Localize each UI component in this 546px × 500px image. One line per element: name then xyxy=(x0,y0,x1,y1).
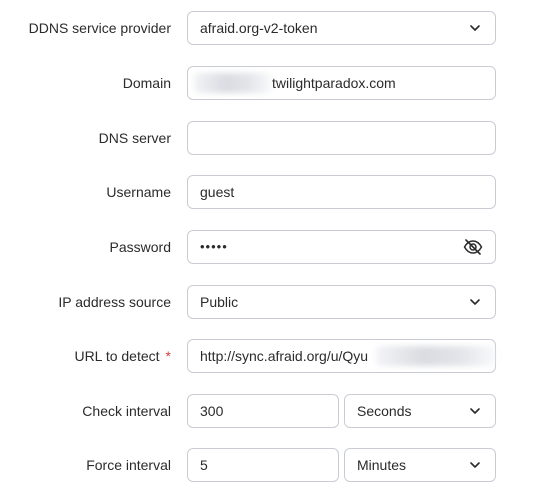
check-interval-row: Check interval 300 Seconds xyxy=(0,394,546,428)
redacted-token xyxy=(376,346,496,366)
chevron-down-icon xyxy=(470,299,480,305)
password-label: Password xyxy=(109,239,171,255)
url-detect-label: URL to detect * xyxy=(74,339,171,373)
check-interval-label: Check interval xyxy=(82,403,171,419)
force-interval-unit-value: Minutes xyxy=(357,457,407,473)
force-interval-input[interactable]: 5 xyxy=(187,448,339,482)
username-input[interactable]: guest xyxy=(187,175,496,209)
domain-input-value: twilightparadox.com xyxy=(272,75,396,91)
username-label: Username xyxy=(106,184,171,200)
dns-server-label: DNS server xyxy=(98,130,171,146)
password-input-value: ••••• xyxy=(200,239,228,254)
provider-select-value: afraid.org-v2-token xyxy=(200,20,318,36)
check-interval-unit-value: Seconds xyxy=(357,403,412,419)
username-input-value: guest xyxy=(200,184,235,200)
password-input[interactable]: ••••• xyxy=(187,230,496,264)
dns-server-input[interactable] xyxy=(187,121,496,155)
force-interval-unit-select[interactable]: Minutes xyxy=(344,448,496,482)
check-interval-input[interactable]: 300 xyxy=(187,394,339,428)
force-interval-row: Force interval 5 Minutes xyxy=(0,448,546,482)
ip-source-select-value: Public xyxy=(200,294,239,310)
check-interval-input-value: 300 xyxy=(200,403,224,419)
url-detect-label-text: URL to detect xyxy=(74,348,160,364)
domain-row: Domain twilightparadox.com xyxy=(0,66,546,100)
force-interval-input-value: 5 xyxy=(200,457,208,473)
url-detect-input[interactable]: http://sync.afraid.org/u/Qyu xyxy=(187,339,496,373)
chevron-down-icon xyxy=(470,25,480,31)
url-detect-input-value: http://sync.afraid.org/u/Qyu xyxy=(200,348,369,364)
chevron-down-icon xyxy=(470,462,480,468)
redacted-subdomain xyxy=(194,73,272,93)
password-row: Password ••••• xyxy=(0,230,546,264)
username-row: Username guest xyxy=(0,175,546,209)
ip-source-select[interactable]: Public xyxy=(187,285,496,319)
domain-label: Domain xyxy=(122,75,171,91)
ip-source-label: IP address source xyxy=(58,294,171,310)
force-interval-label: Force interval xyxy=(86,457,171,473)
required-mark: * xyxy=(165,348,171,364)
dns-server-row: DNS server xyxy=(0,121,546,155)
domain-input[interactable]: twilightparadox.com xyxy=(187,66,496,100)
provider-label: DDNS service provider xyxy=(28,20,171,36)
url-detect-row: URL to detect * http://sync.afraid.org/u/… xyxy=(0,339,546,373)
eye-off-icon[interactable] xyxy=(463,238,483,256)
provider-select[interactable]: afraid.org-v2-token xyxy=(187,11,496,45)
provider-row: DDNS service provider afraid.org-v2-toke… xyxy=(0,11,546,45)
ip-source-row: IP address source Public xyxy=(0,285,546,319)
chevron-down-icon xyxy=(470,408,480,414)
check-interval-unit-select[interactable]: Seconds xyxy=(344,394,496,428)
